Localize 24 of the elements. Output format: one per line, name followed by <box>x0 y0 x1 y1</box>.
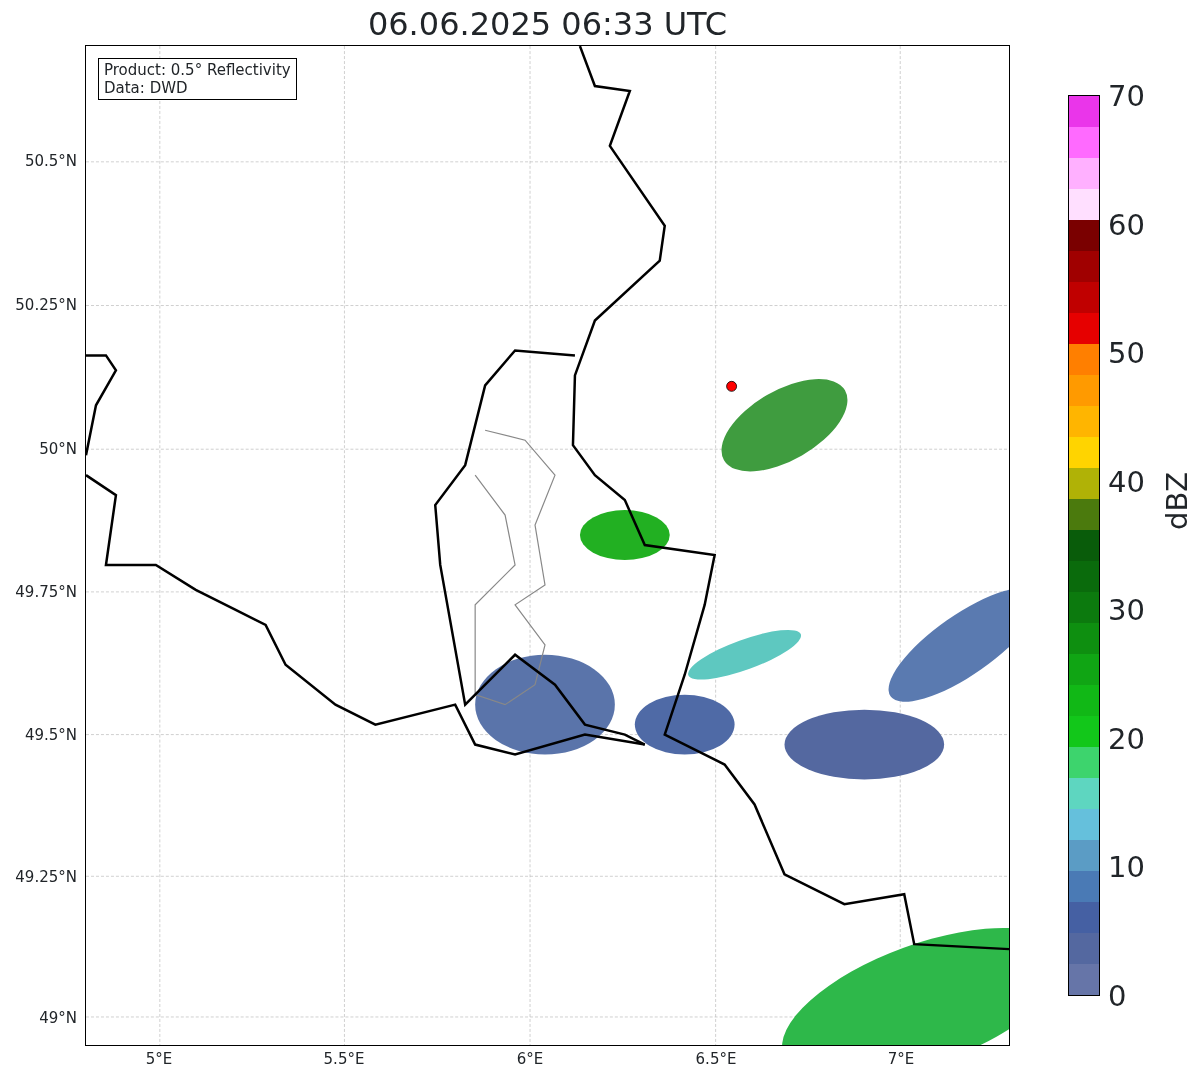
colorbar-tick-label: 70 <box>1108 81 1145 111</box>
legend-text: Product: 0.5° Reflectivity <box>104 61 291 79</box>
colorbar-tick-label: 20 <box>1108 723 1145 754</box>
chart-title: 06.06.2025 06:33 UTC <box>366 4 729 44</box>
legend-text: Data: DWD <box>104 79 189 97</box>
axis-tick-label: 7°E <box>887 1050 915 1068</box>
axis-tick-label: 50°N <box>39 440 77 458</box>
axis-tick-label: 6.5°E <box>695 1050 737 1068</box>
colorbar-tick-label: 10 <box>1108 852 1145 883</box>
axis-tick-label: 49.25°N <box>15 868 77 886</box>
colorbar-tick-label: 50 <box>1108 338 1145 369</box>
axis-tick-label: 49.5°N <box>24 726 77 744</box>
axis-tick-label: 5.5°E <box>323 1050 365 1068</box>
axis-tick-label: 5°E <box>145 1050 173 1068</box>
colorbar-tick-label: 30 <box>1108 595 1145 626</box>
colorbar-label: dBZ <box>1162 471 1192 530</box>
colorbar-tick-label: 0 <box>1108 981 1127 1011</box>
colorbar-tick-label: 60 <box>1108 209 1145 240</box>
axis-tick-label: 50.5°N <box>24 152 77 170</box>
axis-tick-label: 50.25°N <box>15 296 77 314</box>
axis-tick-label: 6°E <box>516 1050 544 1068</box>
axis-tick-label: 49°N <box>39 1009 77 1027</box>
colorbar-tick-label: 40 <box>1108 466 1145 497</box>
axis-tick-label: 49.75°N <box>15 583 77 601</box>
